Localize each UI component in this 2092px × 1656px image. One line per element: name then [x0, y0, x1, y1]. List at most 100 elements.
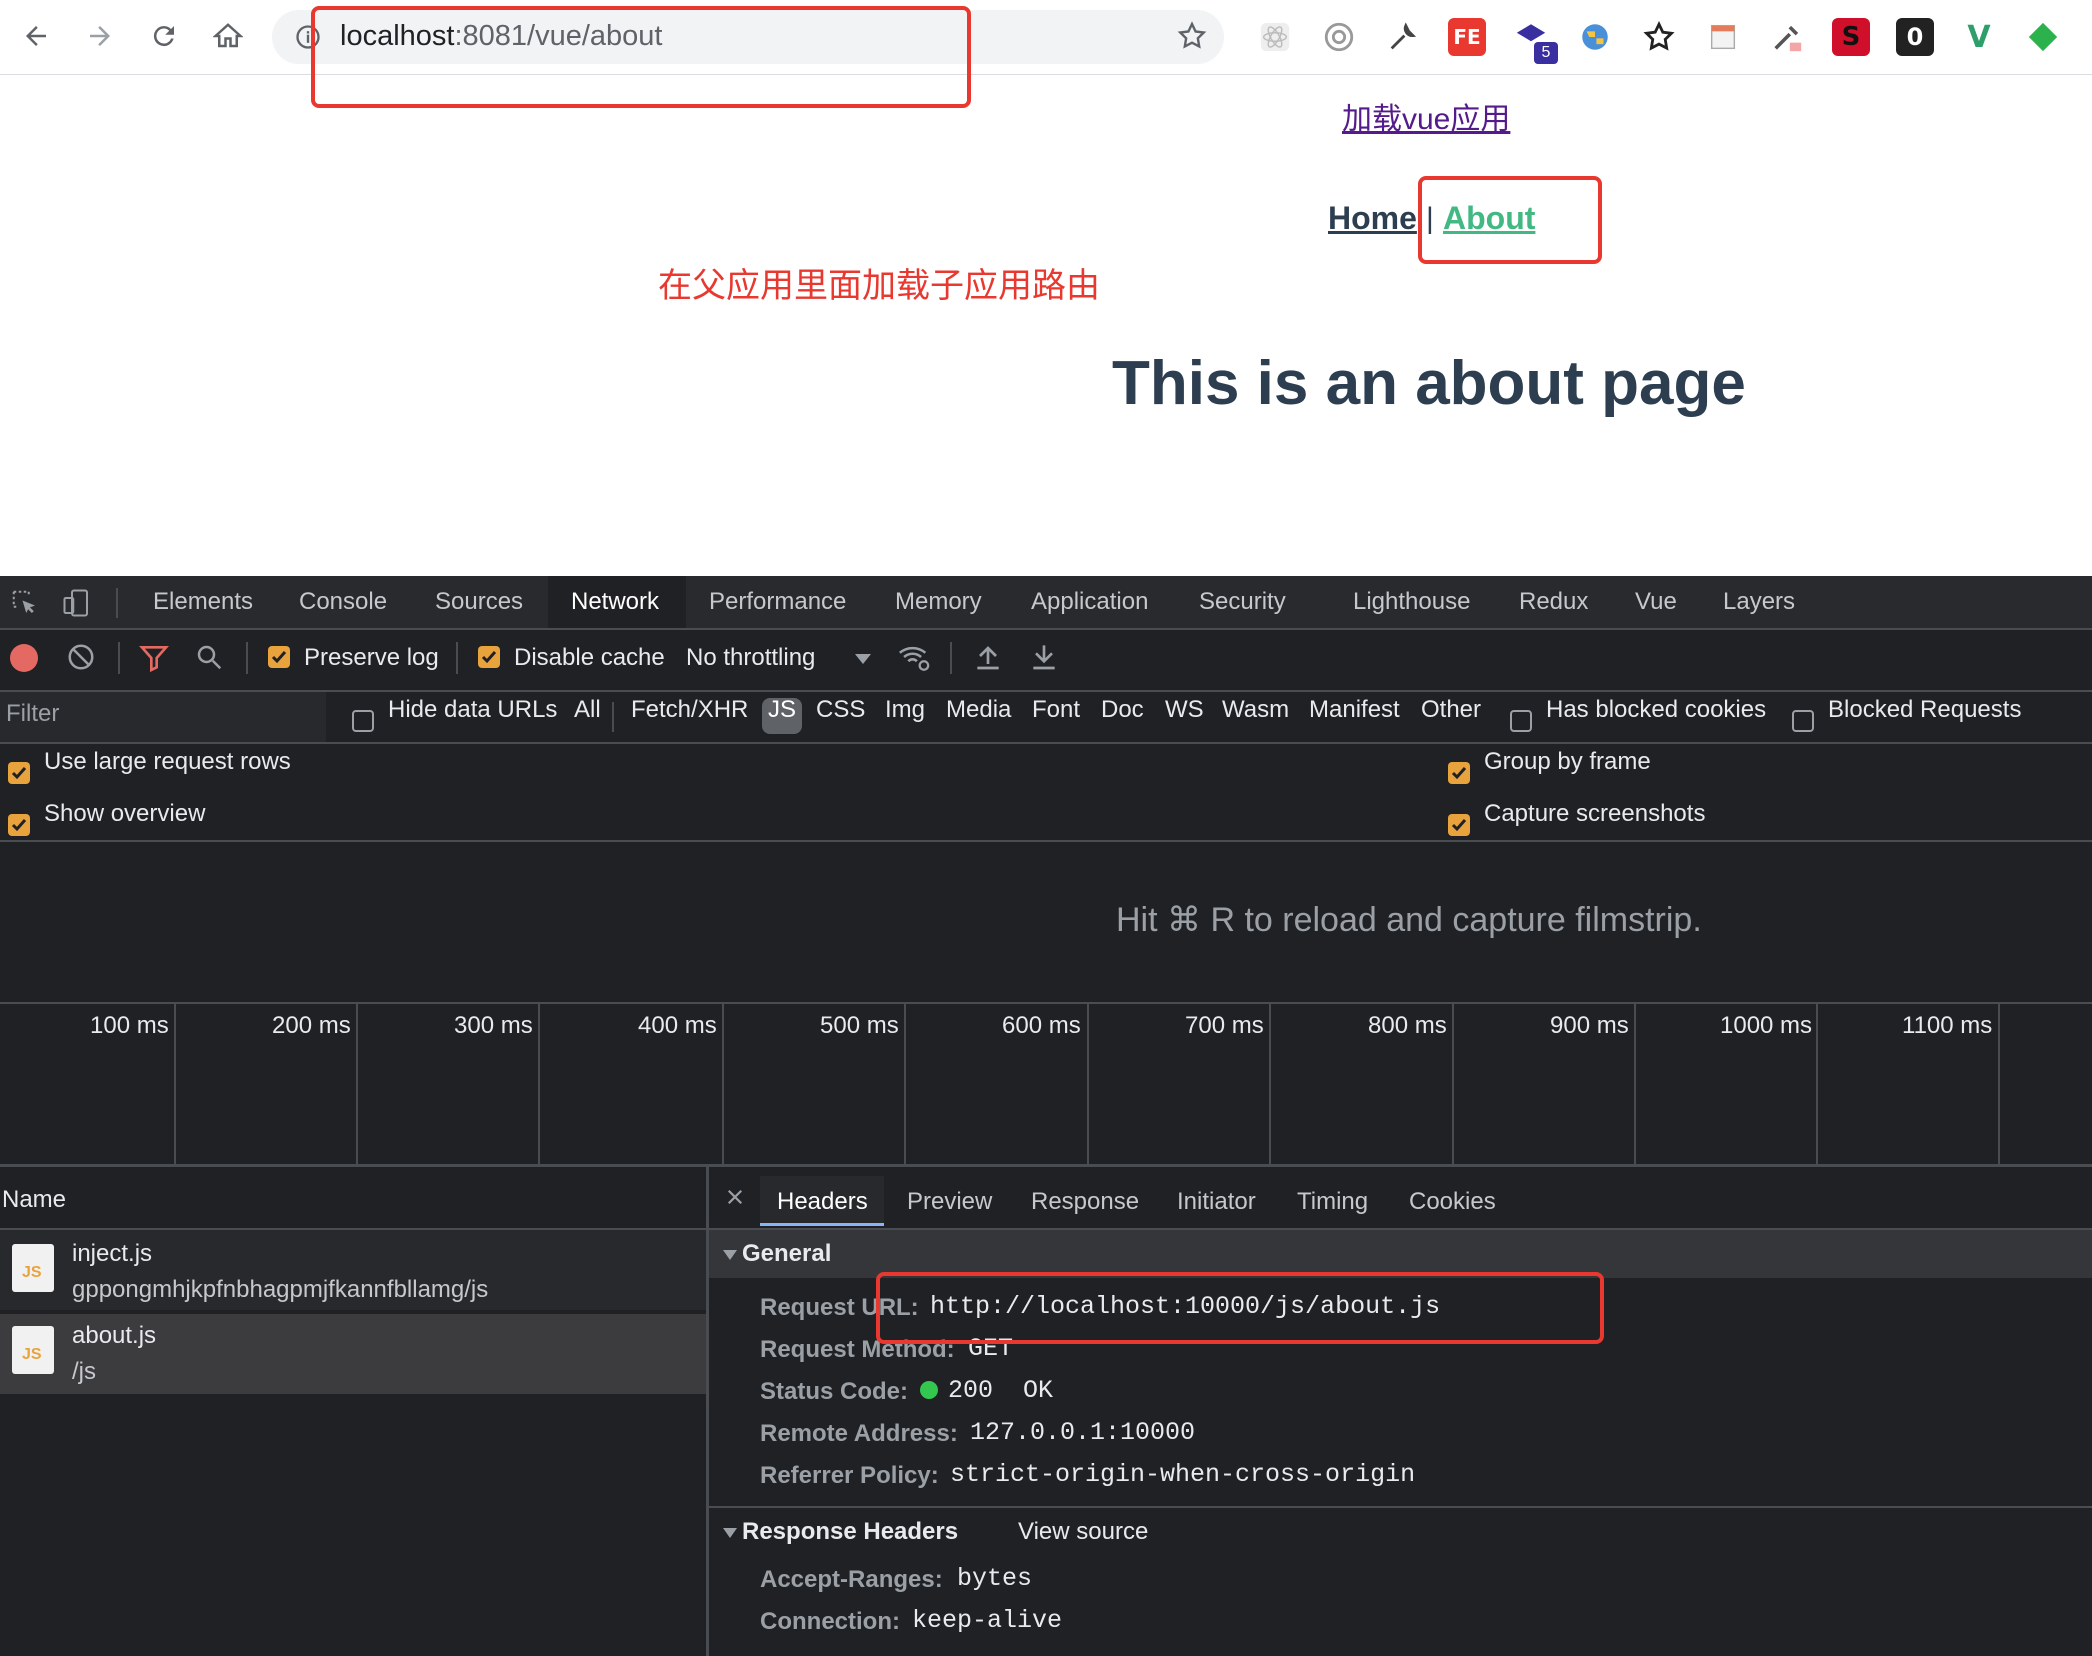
- forward-icon[interactable]: [78, 14, 122, 58]
- type-filter-fetch-xhr[interactable]: Fetch/XHR: [631, 696, 748, 724]
- close-icon[interactable]: [720, 1172, 750, 1227]
- type-filter-img[interactable]: Img: [885, 696, 925, 724]
- back-icon[interactable]: [14, 14, 58, 58]
- detail-tab-cookies[interactable]: Cookies: [1409, 1188, 1496, 1216]
- blocked-requests-checkbox[interactable]: [1792, 710, 1814, 732]
- load-vue-app-link[interactable]: 加载vue应用: [1342, 94, 1510, 138]
- tab-elements[interactable]: Elements: [153, 576, 253, 628]
- type-filter-manifest[interactable]: Manifest: [1309, 696, 1400, 724]
- tab-sources[interactable]: Sources: [435, 576, 523, 628]
- timeline-gridline: [1269, 1004, 1271, 1164]
- large-rows-checkbox[interactable]: [8, 762, 30, 784]
- detail-tab-preview[interactable]: Preview: [907, 1188, 992, 1216]
- type-filter-css[interactable]: CSS: [816, 696, 865, 724]
- tab-vue[interactable]: Vue: [1635, 576, 1677, 628]
- s-icon[interactable]: S: [1832, 18, 1870, 56]
- tab-application[interactable]: Application: [1031, 576, 1148, 628]
- chevron-down-icon[interactable]: [854, 652, 872, 671]
- detail-tab-initiator[interactable]: Initiator: [1177, 1188, 1256, 1216]
- large-rows-label: Use large request rows: [44, 748, 291, 775]
- toolbar-divider: [116, 588, 118, 618]
- header-value: strict-origin-when-cross-origin: [950, 1460, 1416, 1489]
- throttling-select[interactable]: No throttling: [686, 644, 815, 672]
- tab-security[interactable]: Security: [1199, 576, 1286, 628]
- globe-icon[interactable]: [1576, 18, 1614, 56]
- timeline-gridline: [174, 1004, 176, 1164]
- has-blocked-cookies-checkbox[interactable]: [1510, 710, 1532, 732]
- record-button[interactable]: [10, 644, 38, 672]
- eyedropper-icon[interactable]: [1768, 18, 1806, 56]
- type-filter-ws[interactable]: WS: [1165, 696, 1204, 724]
- has-blocked-cookies-label: Has blocked cookies: [1546, 696, 1767, 723]
- feedly-icon[interactable]: [2024, 18, 2062, 56]
- target-icon[interactable]: [1320, 18, 1358, 56]
- export-har-icon[interactable]: [1028, 640, 1060, 677]
- search-icon[interactable]: [194, 642, 224, 677]
- tab-layers[interactable]: Layers: [1723, 576, 1795, 628]
- home-icon[interactable]: [206, 14, 250, 58]
- fe-icon[interactable]: FE: [1448, 18, 1486, 56]
- type-filter-js[interactable]: JS: [768, 696, 796, 724]
- type-filter-all[interactable]: All: [574, 696, 601, 724]
- timeline-gridline: [1087, 1004, 1089, 1164]
- filter-icon[interactable]: [138, 642, 170, 679]
- reload-icon[interactable]: [142, 14, 186, 58]
- device-toolbar-icon[interactable]: [62, 588, 92, 623]
- tab-lighthouse[interactable]: Lighthouse: [1353, 576, 1470, 628]
- status-ok-dot: [920, 1381, 938, 1399]
- zero-icon[interactable]: 0: [1896, 18, 1934, 56]
- detail-tab-response[interactable]: Response: [1031, 1188, 1139, 1216]
- star-outline-icon[interactable]: [1640, 18, 1678, 56]
- inspect-element-icon[interactable]: [10, 588, 40, 623]
- tab-console[interactable]: Console: [299, 576, 387, 628]
- wrench-icon[interactable]: [1384, 18, 1422, 56]
- show-overview-checkbox[interactable]: [8, 814, 30, 836]
- extension-badge: 5: [1534, 42, 1558, 64]
- tab-memory[interactable]: Memory: [895, 576, 982, 628]
- view-source-link[interactable]: View source: [1018, 1518, 1148, 1546]
- js-file-icon-label: JS: [22, 1346, 42, 1363]
- triangle-down-icon[interactable]: [722, 1526, 738, 1544]
- type-filter-font[interactable]: Font: [1032, 696, 1080, 724]
- preserve-log-label: Preserve log: [304, 644, 439, 671]
- name-column-header[interactable]: Name: [2, 1186, 66, 1214]
- timeline-gridline: [356, 1004, 358, 1164]
- import-har-icon[interactable]: [972, 640, 1004, 677]
- react-icon[interactable]: [1256, 18, 1294, 56]
- detail-tab-timing[interactable]: Timing: [1297, 1188, 1368, 1216]
- disable-cache-checkbox[interactable]: [478, 646, 500, 668]
- header-key: Referrer Policy:: [760, 1462, 939, 1489]
- tab-performance[interactable]: Performance: [709, 576, 846, 628]
- type-filter-media[interactable]: Media: [946, 696, 1011, 724]
- timeline-tick: 400 ms: [638, 1012, 717, 1039]
- detail-tab-headers[interactable]: Headers: [777, 1188, 868, 1216]
- annotation-text: 在父应用里面加载子应用路由: [658, 267, 1100, 305]
- timeline-tick: 800 ms: [1368, 1012, 1447, 1039]
- header-value: keep-alive: [912, 1606, 1063, 1635]
- timeline-gridline: [1452, 1004, 1454, 1164]
- timeline-tick: 700 ms: [1185, 1012, 1264, 1039]
- request-name: about.js: [72, 1322, 157, 1349]
- capture-screenshots-checkbox[interactable]: [1448, 814, 1470, 836]
- general-section-header[interactable]: [709, 1230, 2092, 1278]
- note-icon[interactable]: [1704, 18, 1742, 56]
- tab-network[interactable]: Network: [571, 576, 659, 628]
- network-conditions-icon[interactable]: [896, 640, 932, 679]
- timeline-tick: 900 ms: [1550, 1012, 1629, 1039]
- request-path: gppongmhjkpfnbhagpmjfkannfbllamg/js: [72, 1276, 489, 1303]
- clear-icon[interactable]: [66, 642, 96, 677]
- type-filter-wasm[interactable]: Wasm: [1222, 696, 1289, 724]
- filmstrip-hint: Hit ⌘ R to reload and capture filmstrip.: [1116, 901, 1702, 939]
- type-filter-other[interactable]: Other: [1421, 696, 1481, 724]
- request-path: /js: [72, 1358, 96, 1385]
- triangle-down-icon[interactable]: [722, 1248, 738, 1266]
- preserve-log-checkbox[interactable]: [268, 646, 290, 668]
- hide-data-urls-checkbox[interactable]: [352, 710, 374, 732]
- header-key: Connection:: [760, 1608, 900, 1635]
- nav-home-link[interactable]: Home: [1328, 200, 1417, 237]
- group-by-frame-checkbox[interactable]: [1448, 762, 1470, 784]
- bookmark-star-icon[interactable]: [1176, 20, 1208, 57]
- vue-icon[interactable]: V: [1960, 18, 1998, 56]
- type-filter-doc[interactable]: Doc: [1101, 696, 1144, 724]
- tab-redux[interactable]: Redux: [1519, 576, 1588, 628]
